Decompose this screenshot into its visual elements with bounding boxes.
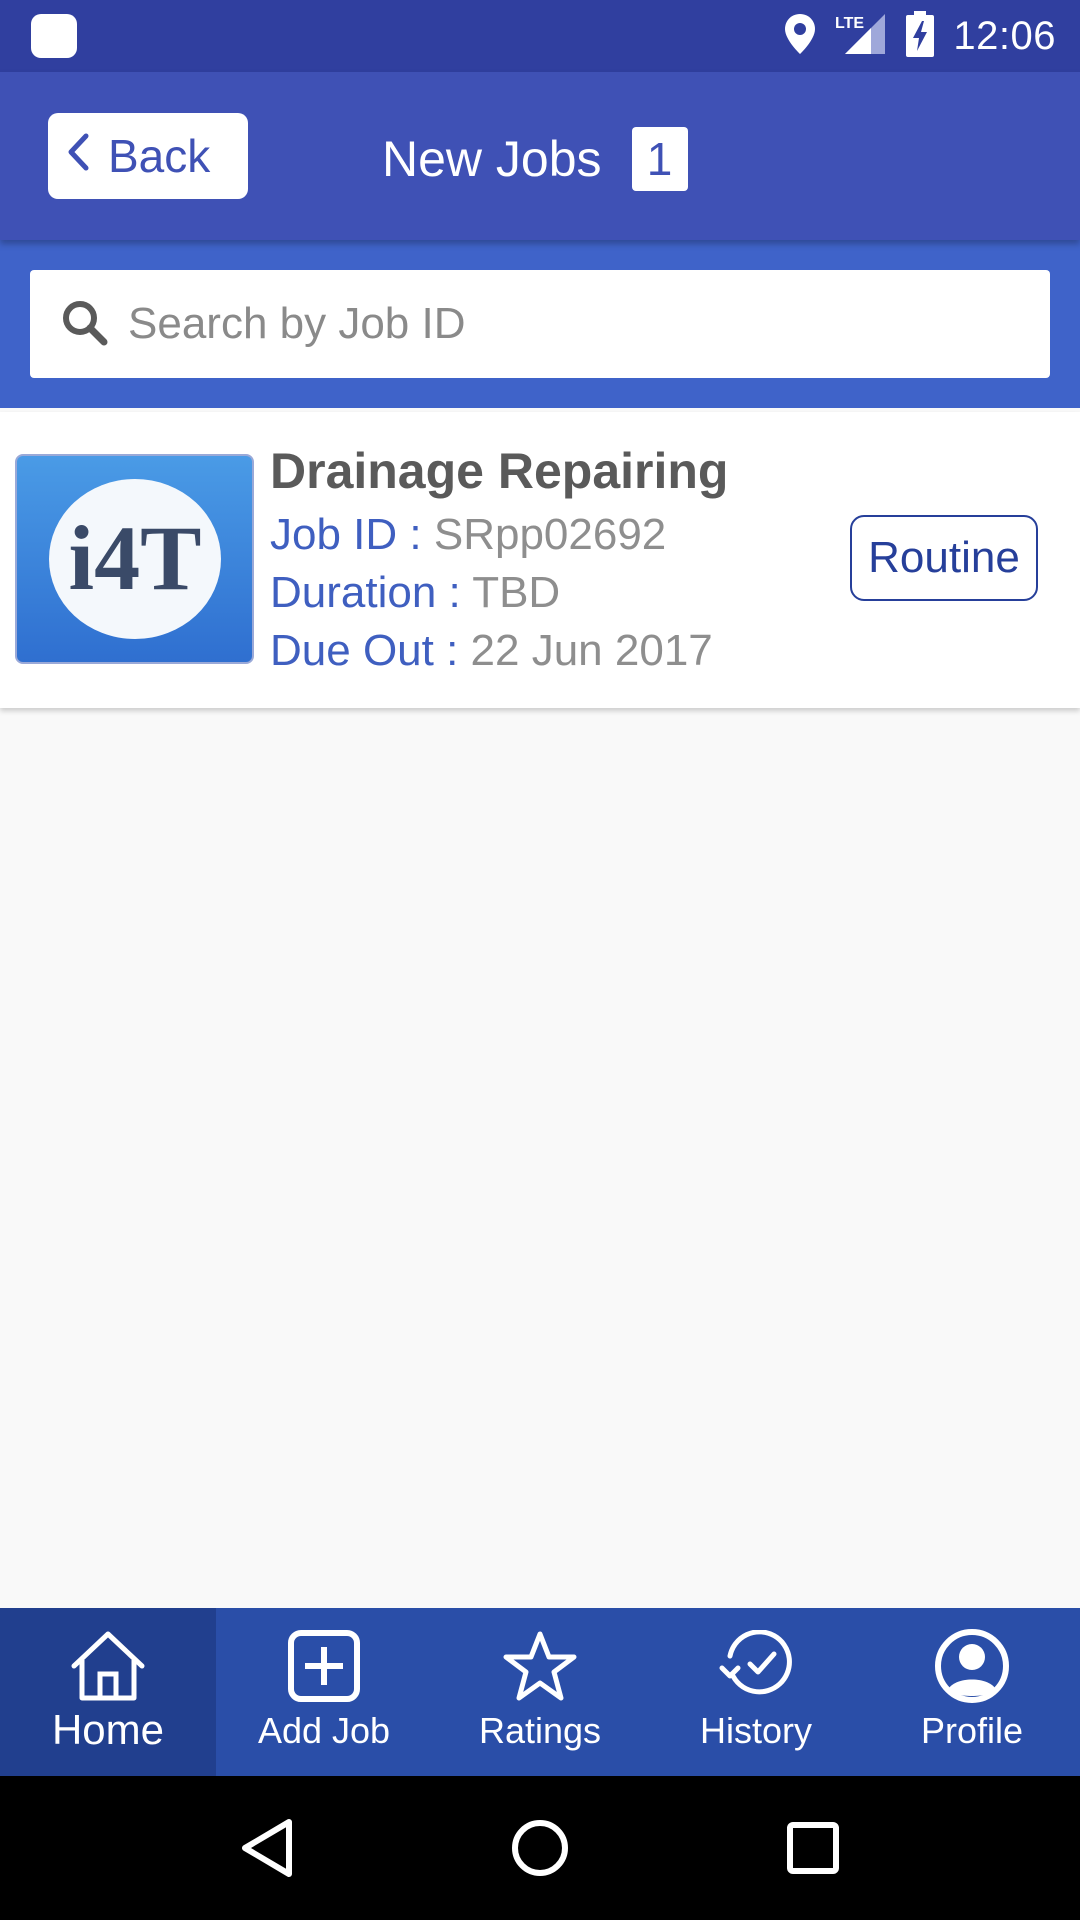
job-thumbnail: i4T xyxy=(15,454,254,664)
status-time: 12:06 xyxy=(953,13,1056,58)
job-dueout-row: Due Out : 22 Jun 2017 xyxy=(270,626,713,676)
bottom-nav: Home Add Job Ratings History Profile xyxy=(0,1608,1080,1776)
job-count-badge: 1 xyxy=(631,127,688,191)
add-box-icon xyxy=(287,1628,361,1704)
search-input[interactable] xyxy=(128,299,1028,349)
system-recents-button[interactable] xyxy=(763,1798,863,1898)
system-nav-bar xyxy=(0,1776,1080,1920)
battery-charging-icon xyxy=(905,10,935,62)
location-icon xyxy=(783,12,817,61)
header-title-group: New Jobs 1 xyxy=(382,126,688,192)
nav-label-ratings: Ratings xyxy=(478,1710,602,1751)
page-title: New Jobs xyxy=(382,131,602,187)
circle-home-icon xyxy=(511,1820,568,1876)
profile-icon xyxy=(934,1628,1010,1704)
chevron-left-icon xyxy=(66,129,90,183)
nav-item-history[interactable]: History xyxy=(648,1608,864,1776)
nav-label-history: History xyxy=(699,1710,812,1751)
job-type-badge: Routine xyxy=(850,515,1038,601)
job-card[interactable]: i4T Drainage Repairing Job ID : SRpp0269… xyxy=(0,412,1080,708)
search-area xyxy=(0,240,1080,408)
system-home-button[interactable] xyxy=(490,1798,590,1898)
triangle-back-icon xyxy=(241,1819,292,1877)
job-id-value: SRpp02692 xyxy=(433,510,667,559)
thumbnail-logo-text: i4T xyxy=(68,507,201,609)
star-icon xyxy=(502,1628,578,1704)
nav-label-add-job: Add Job xyxy=(257,1710,391,1751)
lte-signal-icon: LTE xyxy=(835,12,887,61)
history-icon xyxy=(718,1628,794,1704)
screen: LTE 12:06 Back New Jobs 1 Search by Job … xyxy=(0,0,1080,1920)
system-back-button[interactable] xyxy=(217,1798,317,1898)
status-bar: LTE 12:06 xyxy=(0,0,1080,72)
nav-item-add-job[interactable]: Add Job xyxy=(216,1608,432,1776)
svg-text:LTE: LTE xyxy=(835,15,864,32)
status-icons: LTE 12:06 xyxy=(783,0,1056,72)
notification-app-icon xyxy=(31,14,77,58)
back-label: Back xyxy=(108,130,211,182)
nav-item-ratings[interactable]: Ratings xyxy=(432,1608,648,1776)
job-title: Drainage Repairing xyxy=(270,443,729,499)
app-header: Back New Jobs 1 xyxy=(0,72,1080,240)
nav-label-home: Home xyxy=(51,1706,165,1753)
search-box[interactable] xyxy=(30,270,1050,378)
duration-label: Duration : xyxy=(270,568,473,617)
home-icon xyxy=(70,1628,146,1704)
nav-label-profile: Profile xyxy=(920,1710,1024,1751)
search-icon xyxy=(60,298,108,351)
nav-item-home[interactable]: Home xyxy=(0,1608,216,1776)
back-button[interactable]: Back xyxy=(48,113,248,199)
nav-item-profile[interactable]: Profile xyxy=(864,1608,1080,1776)
job-id-row: Job ID : SRpp02692 xyxy=(270,510,666,560)
square-recents-icon xyxy=(787,1822,840,1874)
job-duration-row: Duration : TBD xyxy=(270,568,560,618)
duration-value: TBD xyxy=(472,568,561,617)
due-out-label: Due Out : xyxy=(270,626,471,675)
job-id-label: Job ID : xyxy=(270,510,434,559)
due-out-value: 22 Jun 2017 xyxy=(470,626,713,675)
